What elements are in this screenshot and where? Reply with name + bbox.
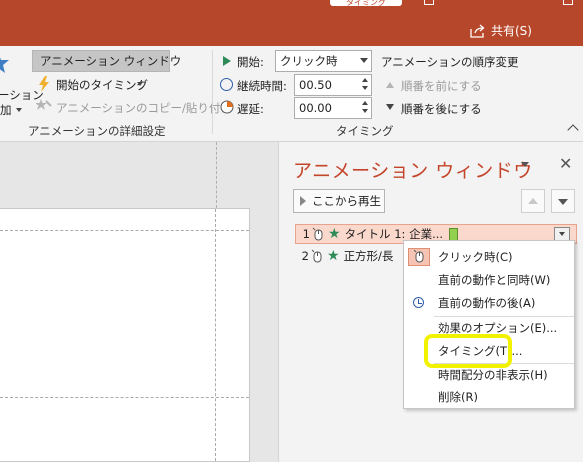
guide-line (216, 142, 217, 208)
animation-item-number: 2 (301, 249, 309, 263)
delay-spinner[interactable] (361, 99, 369, 117)
menu-item-label: 削除(R) (438, 390, 478, 404)
animation-window-label: アニメーション ウィンドウ (40, 54, 182, 68)
add-animation-star-icon[interactable] (0, 50, 16, 76)
highlight-annotation (424, 334, 512, 368)
trigger-button[interactable]: 開始のタイミング (56, 77, 148, 93)
animation-item-number: 1 (302, 227, 310, 241)
timing-group-label: タイミング (336, 124, 394, 138)
trigger-dropdown-icon[interactable] (137, 82, 143, 86)
ribbon-divider (212, 50, 213, 134)
play-from-button[interactable]: ここから再生 (293, 189, 385, 213)
menu-item-after-previous[interactable]: 直前の動作の後(A) (404, 292, 574, 314)
restore-icon[interactable] (424, 0, 434, 5)
move-later-icon (386, 104, 394, 110)
duration-input[interactable]: 00.50 (294, 74, 372, 96)
menu-item-label: 直前の動作と同時(W) (438, 273, 551, 287)
start-value: クリック時 (280, 54, 338, 68)
move-earlier-button[interactable]: 順番を前にする (401, 78, 482, 94)
animation-window-button[interactable]: アニメーション ウィンドウ (32, 50, 181, 72)
lightning-icon (39, 76, 49, 92)
guide-line (215, 209, 216, 461)
animation-item-label: 正方形/長 (343, 249, 394, 263)
menu-item-with-previous[interactable]: 直前の動作と同時(W) (404, 269, 574, 291)
advanced-animation-group-label: アニメーションの詳細設定 (28, 124, 166, 138)
pane-title: アニメーション ウィンドウ (293, 160, 533, 182)
close-icon[interactable]: ✕ (559, 154, 572, 173)
menu-item-label: 直前の動作の後(A) (438, 296, 536, 310)
play-icon (300, 196, 306, 206)
hourglass-icon (220, 100, 234, 114)
star-icon: ★ (328, 226, 341, 242)
item-dropdown-button[interactable] (554, 227, 570, 241)
menu-item-label: クリック時(C) (438, 250, 513, 264)
menu-item-label: 時間配分の非表示(H) (438, 368, 548, 382)
animation-painter-button[interactable]: アニメーションのコピー/貼り付け (56, 100, 232, 116)
chevron-down-icon (360, 58, 368, 63)
mouse-icon (408, 248, 430, 266)
duration-label: 継続時間: (237, 79, 287, 93)
close-window-icon[interactable] (563, 0, 573, 5)
delay-label: 遅延: (237, 102, 264, 116)
guide-line (0, 230, 249, 231)
clock-icon (413, 297, 424, 308)
play-icon (223, 56, 231, 66)
delay-input[interactable]: 00.00 (294, 97, 372, 119)
delay-value: 00.00 (299, 101, 332, 115)
move-earlier-icon (386, 82, 394, 88)
menu-item-on-click[interactable]: クリック時(C) (404, 246, 574, 268)
guide-line (0, 397, 249, 398)
menu-item-remove[interactable]: 削除(R) (404, 386, 574, 408)
slide-canvas[interactable] (0, 208, 250, 462)
start-label: 開始: (237, 55, 264, 69)
duration-value: 00.50 (299, 78, 332, 92)
timing-bar (449, 227, 459, 241)
painter-icon (36, 99, 52, 110)
move-up-button[interactable] (521, 189, 545, 213)
mouse-icon (312, 227, 323, 241)
share-icon (470, 24, 485, 38)
start-select[interactable]: クリック時 (275, 50, 372, 72)
collapse-ribbon-icon[interactable] (567, 124, 579, 136)
share-label: 共有(S) (491, 24, 532, 38)
context-menu: クリック時(C) 直前の動作と同時(W) 直前の動作の後(A) 効果のオプション… (403, 240, 575, 409)
ribbon-tab-timing[interactable]: タイミング (330, 0, 402, 6)
move-down-button[interactable] (551, 189, 575, 213)
mouse-icon (311, 249, 322, 263)
duration-spinner[interactable] (361, 76, 369, 94)
slide-area (0, 142, 278, 462)
clock-icon (220, 78, 233, 91)
ribbon: ーション 加 アニメーション ウィンドウ 開始のタイミング アニメーションのコピ… (0, 46, 583, 142)
reorder-title: アニメーションの順序変更 (381, 55, 519, 69)
add-animation-dropdown-icon[interactable] (16, 108, 22, 112)
title-bar: タイミング 共有(S) (0, 0, 583, 46)
play-from-label: ここから再生 (312, 194, 381, 208)
star-icon: ★ (327, 248, 340, 264)
share-button[interactable]: 共有(S) (470, 22, 532, 39)
pane-options-icon[interactable] (521, 162, 529, 167)
add-animation-label-partial-2[interactable]: 加 (0, 102, 12, 118)
move-later-button[interactable]: 順番を後にする (401, 101, 482, 117)
